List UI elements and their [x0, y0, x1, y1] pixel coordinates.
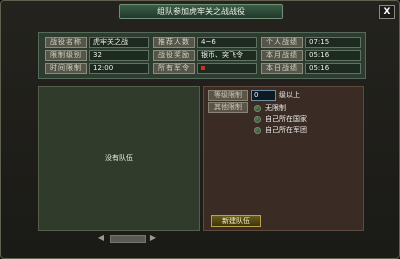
- battle-reward-label: 战役奖励: [153, 50, 195, 61]
- personal-record-value: 07:15: [305, 37, 361, 48]
- level-restriction-input[interactable]: 0: [251, 90, 276, 101]
- empty-team-list-text: 没有队伍: [105, 154, 133, 162]
- team-list-panel[interactable]: 没有队伍: [38, 86, 200, 231]
- no-limit-radio[interactable]: [254, 105, 261, 112]
- other-restriction-label: 其他限制: [208, 102, 248, 113]
- close-button[interactable]: X: [379, 5, 395, 19]
- team-setup-panel: 等级限制 0 级以上 其他限制 无限制 自己所在国家 自己所在军团 新建队伍: [203, 86, 364, 231]
- create-team-button[interactable]: 新建队伍: [211, 215, 261, 227]
- monthly-record-label: 本月战绩: [261, 50, 303, 61]
- military-order-value: [197, 63, 257, 74]
- time-limit-value: 12:00: [89, 63, 149, 74]
- battle-info-panel: 战役名称 虎牢关之战 推荐人数 4~6 个人战绩 07:15 限制级别 32 战…: [38, 32, 366, 79]
- recommended-players-value: 4~6: [197, 37, 257, 48]
- personal-record-label: 个人战绩: [261, 37, 303, 48]
- level-suffix-text: 级以上: [279, 91, 300, 99]
- battle-name-value: 虎牢关之战: [89, 37, 149, 48]
- military-order-icon: [201, 66, 205, 70]
- recommended-players-label: 推荐人数: [153, 37, 195, 48]
- level-limit-value: 32: [89, 50, 149, 61]
- no-limit-label: 无限制: [265, 104, 286, 112]
- battle-reward-value: 银币、突飞令: [197, 50, 257, 61]
- time-limit-label: 时间限制: [45, 63, 87, 74]
- window-title: 组队参加虎牢关之战战役: [119, 4, 283, 19]
- daily-record-value: 05:16: [305, 63, 361, 74]
- dialog-window: 组队参加虎牢关之战战役 X 战役名称 虎牢关之战 推荐人数 4~6 个人战绩 0…: [0, 0, 400, 259]
- same-country-label: 自己所在国家: [265, 115, 307, 123]
- scrollbar-thumb[interactable]: [110, 235, 146, 243]
- battle-name-label: 战役名称: [45, 37, 87, 48]
- level-restriction-label: 等级限制: [208, 90, 248, 101]
- scroll-left-arrow-icon[interactable]: ◀: [97, 234, 105, 242]
- same-legion-radio[interactable]: [254, 127, 261, 134]
- daily-record-label: 本日战绩: [261, 63, 303, 74]
- scroll-right-arrow-icon[interactable]: ▶: [149, 234, 157, 242]
- same-legion-label: 自己所在军团: [265, 126, 307, 134]
- military-order-label: 所有军令: [153, 63, 195, 74]
- monthly-record-value: 05:16: [305, 50, 361, 61]
- same-country-radio[interactable]: [254, 116, 261, 123]
- level-limit-label: 限制级别: [45, 50, 87, 61]
